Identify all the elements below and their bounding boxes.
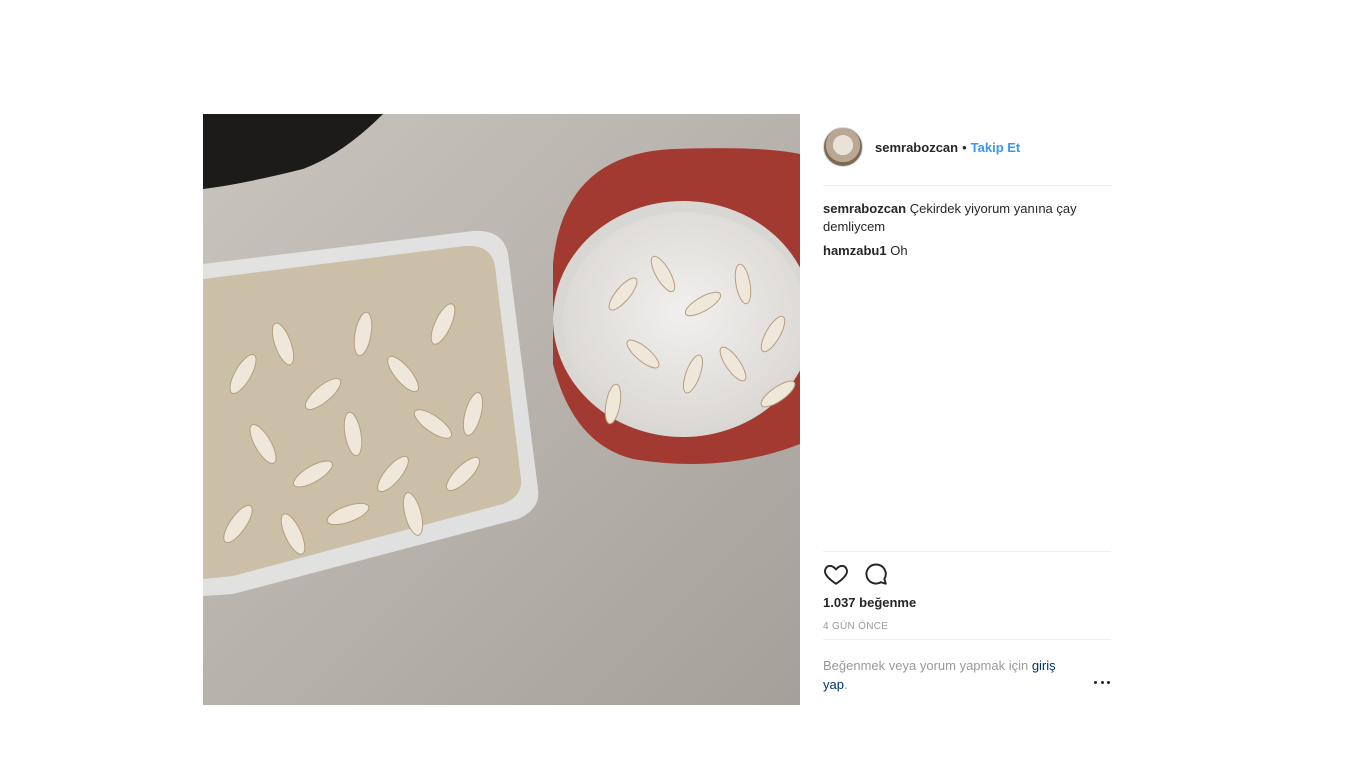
post: semrabozcan • Takip Et semrabozcan Çekir… [203, 114, 1111, 705]
comment-button[interactable] [863, 561, 889, 587]
comment-icon [865, 563, 887, 585]
more-dot [1107, 680, 1110, 684]
heart-icon [824, 564, 848, 585]
avatar[interactable] [823, 127, 863, 167]
divider [823, 185, 1111, 186]
like-count[interactable]: 1.037 beğenme [823, 595, 916, 610]
more-dot [1094, 680, 1097, 684]
follow-button[interactable]: Takip Et [971, 140, 1021, 155]
separator-dot: • [962, 139, 967, 155]
post-time: 4 GÜN ÖNCE [823, 621, 889, 632]
comment-username[interactable]: semrabozcan [823, 201, 906, 216]
more-dot [1100, 680, 1104, 684]
comment-item: semrabozcan Çekirdek yiyorum yanına çay … [823, 200, 1111, 236]
post-header: semrabozcan • Takip Et [823, 126, 1111, 168]
divider [823, 639, 1111, 640]
login-prompt-suffix: . [843, 677, 848, 692]
more-options-icon[interactable] [1094, 675, 1110, 689]
like-button[interactable] [823, 561, 849, 587]
photo-illustration [203, 114, 800, 705]
comment-text: Oh [890, 243, 908, 258]
comment-list: semrabozcan Çekirdek yiyorum yanına çay … [823, 200, 1111, 266]
post-photo[interactable] [203, 114, 800, 705]
author-username[interactable]: semrabozcan [875, 140, 958, 155]
login-prompt-text: Beğenmek veya yorum yapmak için [823, 658, 1032, 673]
login-prompt: Beğenmek veya yorum yapmak için giriş ya… [823, 656, 1083, 694]
divider [823, 551, 1111, 552]
comment-username[interactable]: hamzabu1 [823, 243, 887, 258]
post-sidebar: semrabozcan • Takip Et semrabozcan Çekir… [823, 114, 1111, 705]
comment-item: hamzabu1 Oh [823, 242, 1111, 260]
action-bar [823, 561, 903, 587]
